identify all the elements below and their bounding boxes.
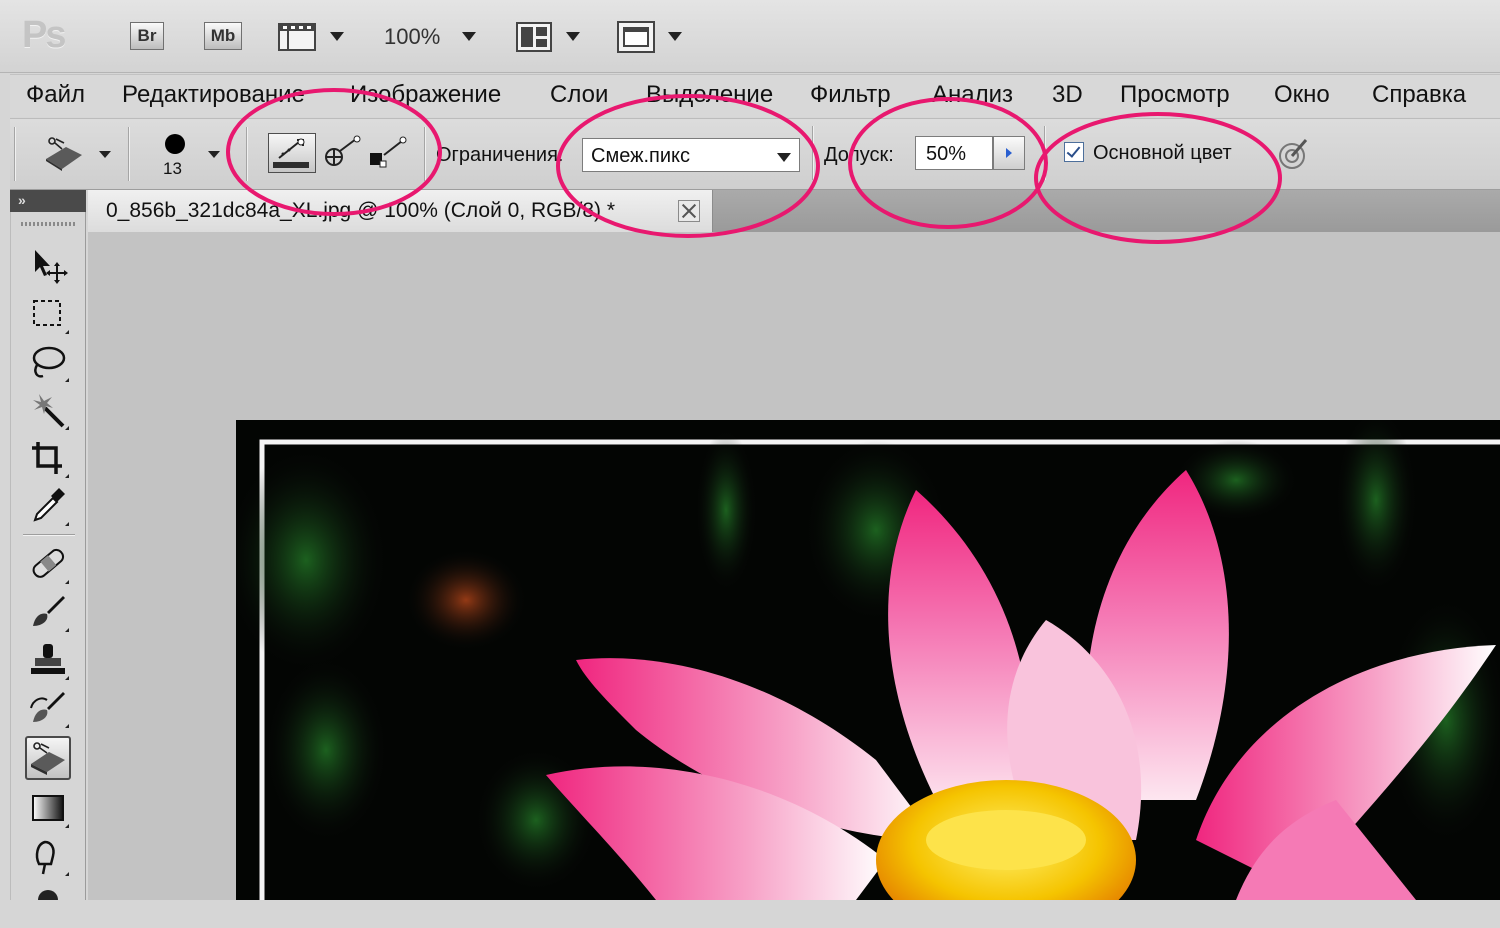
annotation-circle-foreground	[1034, 112, 1282, 244]
annotation-circle-tolerance	[848, 97, 1048, 229]
annotation-circle-sampling	[226, 88, 442, 216]
annotation-overlay	[226, 88, 1282, 244]
annotation-circle-limits	[556, 94, 820, 238]
